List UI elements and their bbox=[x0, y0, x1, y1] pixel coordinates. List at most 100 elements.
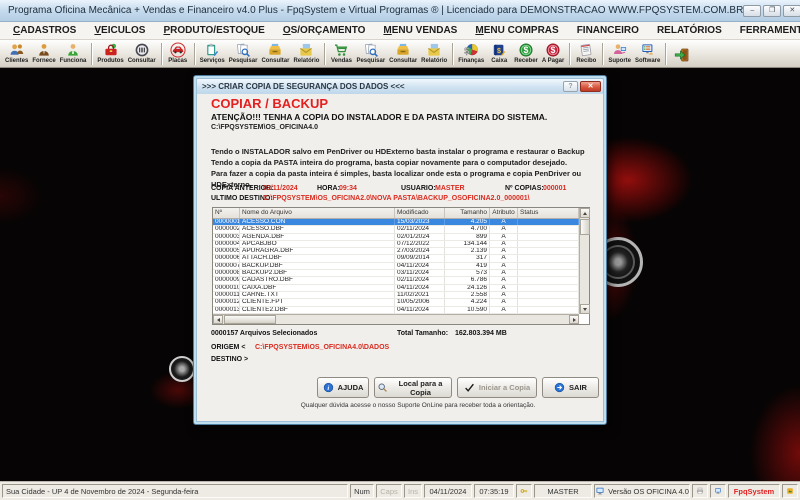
cell-n: 0000011 bbox=[213, 292, 240, 298]
close-button[interactable]: ✕ bbox=[783, 5, 800, 17]
ajuda-button[interactable]: AJUDA bbox=[317, 377, 369, 398]
column-header-nome-do-arquivo[interactable]: Nome do Arquivo bbox=[240, 208, 395, 218]
menu-menu-vendas[interactable]: MENU VENDAS bbox=[374, 23, 466, 38]
dialog-titlebar[interactable]: >>> CRIAR COPIA DE SEGURANÇA DOS DADOS <… bbox=[196, 78, 604, 94]
toolbar-recibo-button[interactable]: Recibo bbox=[573, 41, 599, 67]
dialog-buttons: AJUDALocal para a Copia Iniciar a Copia SA… bbox=[317, 377, 599, 398]
column-header-modificado[interactable]: Modificado bbox=[395, 208, 445, 218]
cell-status bbox=[518, 299, 579, 305]
toolbar-produtos-button[interactable]: Produtos bbox=[95, 41, 125, 67]
toolbar-servicos-button[interactable]: Serviços bbox=[198, 41, 227, 67]
status-bar: Sua Cidade - UP 4 de Novembro de 2024 - … bbox=[0, 481, 800, 500]
toolbar-separator bbox=[665, 43, 666, 65]
toolbar-funciona-button[interactable]: Funciona bbox=[58, 41, 89, 67]
user-label: USUARIO: bbox=[401, 185, 436, 192]
toolbar-separator bbox=[452, 43, 453, 65]
cell-atributo: A bbox=[490, 299, 518, 305]
cell-tamanho: 24.126 bbox=[445, 285, 490, 291]
status-monitor-panel[interactable] bbox=[710, 484, 726, 498]
search-icon bbox=[235, 42, 251, 58]
table-row[interactable]: 0000013CLIENTE2.DBF04/11/202410.590A bbox=[213, 307, 579, 314]
toolbar-a-pagar-button[interactable]: A Pagar bbox=[540, 41, 566, 67]
menu-os-orcamento[interactable]: OS/ORÇAMENTO bbox=[274, 23, 375, 38]
restore-button[interactable]: ❐ bbox=[763, 5, 781, 17]
menu-menu-compras[interactable]: MENU COMPRAS bbox=[466, 23, 567, 38]
sair-button[interactable]: SAIR bbox=[542, 377, 599, 398]
mail-icon bbox=[298, 42, 314, 58]
toolbar-pesquisar-button[interactable]: Pesquisar bbox=[227, 41, 260, 67]
toolbar-fornece-button[interactable]: Fornece bbox=[30, 41, 57, 67]
table-row[interactable]: 0000009CADASTRO.DBF02/11/20246.786A bbox=[213, 277, 579, 284]
cell-modificado: 09/09/2014 bbox=[395, 255, 445, 261]
cell-status bbox=[518, 234, 579, 240]
menu-veiculos[interactable]: VEICULOS bbox=[85, 23, 154, 38]
toolbar-clientes-button[interactable]: Clientes bbox=[3, 41, 30, 67]
menu-financeiro[interactable]: FINANCEIRO bbox=[568, 23, 648, 38]
table-row[interactable]: 0000003AGENDA.DBF02/01/2024899A bbox=[213, 234, 579, 241]
table-row[interactable]: 0000012CLIENTE.FPT10/05/20064.224A bbox=[213, 299, 579, 306]
column-header-n[interactable]: Nº bbox=[213, 208, 240, 218]
toolbar-vendas-button[interactable]: Vendas bbox=[328, 41, 354, 67]
dialog-close-button[interactable]: ✕ bbox=[580, 81, 601, 92]
menu-cadastros[interactable]: CADASTROS bbox=[4, 23, 85, 38]
toolbar-button-label: Relatório bbox=[293, 58, 319, 65]
menu-ferramentas[interactable]: FERRAMENTAS bbox=[731, 23, 800, 38]
menu-produto-estoque[interactable]: PRODUTO/ESTOQUE bbox=[154, 23, 273, 38]
column-header-tamanho[interactable]: Tamanho bbox=[445, 208, 490, 218]
scroll-up-button[interactable] bbox=[580, 208, 590, 218]
toolbar-suporte-button[interactable]: Suporte bbox=[606, 41, 633, 67]
table-row[interactable]: 0000007BACKUP.DBF04/11/2024419A bbox=[213, 263, 579, 270]
instruction-line: Tendo o INSTALADOR salvo em PenDriver ou… bbox=[211, 146, 603, 157]
column-header-atributo[interactable]: Atributo bbox=[490, 208, 518, 218]
table-row[interactable]: 0000005APURAGRA.DBF27/03/20242.139A bbox=[213, 248, 579, 255]
toolbar-exit-button[interactable] bbox=[669, 41, 695, 67]
horizontal-scrollbar[interactable] bbox=[213, 314, 579, 324]
toolbar-consultar-button[interactable]: Consultar bbox=[387, 41, 419, 67]
status-caps-lock: Caps bbox=[376, 484, 402, 498]
status-printer-panel[interactable] bbox=[692, 484, 708, 498]
table-row[interactable]: 0000006ATTACH.DBF09/09/2014317A bbox=[213, 255, 579, 262]
menu-bar: CADASTROSVEICULOSPRODUTO/ESTOQUEOS/ORÇAM… bbox=[0, 22, 800, 40]
toolbar-relatorio-button[interactable]: Relatório bbox=[291, 41, 321, 67]
toolbar-placas-button[interactable]: Placas bbox=[165, 41, 191, 67]
menu-relatorios[interactable]: RELATÓRIOS bbox=[648, 23, 731, 38]
cell-n: 0000001 bbox=[213, 219, 240, 225]
column-header-status[interactable]: Status bbox=[518, 208, 579, 218]
table-row[interactable]: 0000002ACESSO.DBF02/11/20244.700A bbox=[213, 226, 579, 233]
table-row[interactable]: 0000011CARNE.TXT11/02/20212.558A bbox=[213, 292, 579, 299]
toolbar-software-button[interactable]: Software bbox=[633, 41, 662, 67]
table-row[interactable]: 0000004APCABJBO07/12/2022134.144A bbox=[213, 241, 579, 248]
last-destination-path: C:\FPQSYSTEM\OS_OFICINA2.0\NOVA PASTA\BA… bbox=[263, 195, 530, 202]
last-destination-line: ULTIMO DESTINO: C:\FPQSYSTEM\OS_OFICINA2… bbox=[197, 195, 597, 204]
toolbar-receber-button[interactable]: Receber bbox=[512, 41, 540, 67]
button-label: Iniciar a Copia bbox=[479, 383, 530, 392]
cell-atributo: A bbox=[490, 277, 518, 283]
horizontal-scroll-thumb[interactable] bbox=[224, 315, 276, 324]
dialog-help-button[interactable]: ? bbox=[563, 81, 578, 92]
toolbar-button-label: Caixa bbox=[491, 58, 507, 65]
drawer-icon bbox=[395, 42, 411, 58]
scroll-right-button[interactable] bbox=[569, 315, 579, 324]
minimize-button[interactable]: – bbox=[743, 5, 761, 17]
dialog-footer-note: Qualquer dúvida acesse o nosso Suporte O… bbox=[197, 402, 603, 409]
toolbar-consultar-button[interactable]: Consultar bbox=[126, 41, 158, 67]
vertical-scrollbar[interactable] bbox=[579, 208, 589, 314]
toolbar-caixa-button[interactable]: Caixa bbox=[486, 41, 512, 67]
vertical-scroll-thumb[interactable] bbox=[580, 219, 590, 235]
toolbar-consultar-button[interactable]: Consultar bbox=[259, 41, 291, 67]
table-row[interactable]: 0000010CAIXA.DBF04/11/202424.126A bbox=[213, 285, 579, 292]
table-row[interactable]: 0000008BACKUP2.DBF03/11/2024573A bbox=[213, 270, 579, 277]
toolbar-financas-button[interactable]: Finanças bbox=[456, 41, 486, 67]
toolbar-pesquisar-button[interactable]: Pesquisar bbox=[354, 41, 387, 67]
cell-tamanho: 899 bbox=[445, 234, 490, 240]
toolbar-button-label: Suporte bbox=[608, 58, 631, 65]
local-para-a-copia-button[interactable]: Local para a Copia bbox=[374, 377, 452, 398]
monitor-icon bbox=[714, 486, 722, 496]
scroll-down-button[interactable] bbox=[580, 304, 590, 314]
files-selected-count: 0000157 Arquivos Selecionados bbox=[211, 330, 317, 337]
scroll-left-button[interactable] bbox=[213, 315, 223, 324]
toolbar-relatorio-button[interactable]: Relatório bbox=[419, 41, 449, 67]
toolbar-button-label: Relatório bbox=[421, 58, 447, 65]
cell-atributo: A bbox=[490, 219, 518, 225]
table-row[interactable]: 0000001ACESSO.CON15/03/20234.205A bbox=[213, 219, 579, 226]
